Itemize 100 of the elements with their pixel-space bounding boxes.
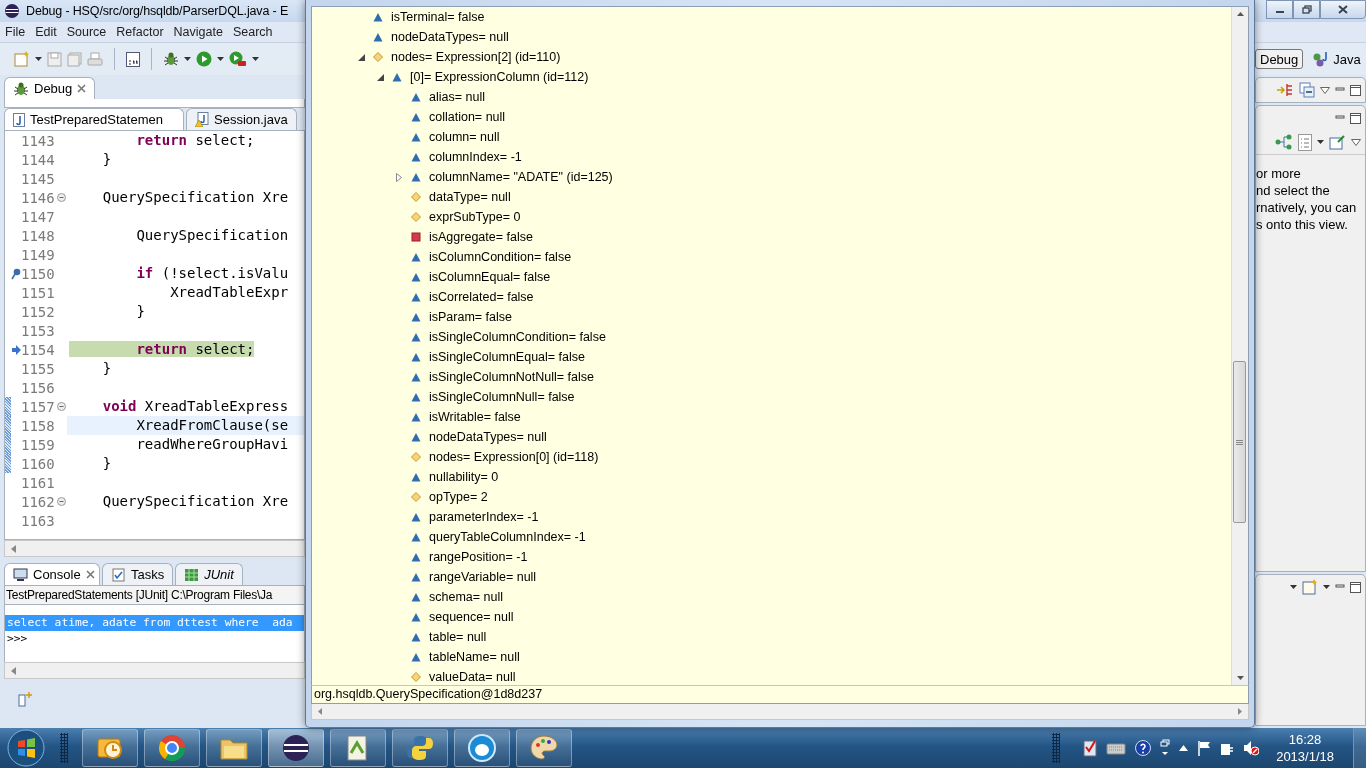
caret-icon[interactable]: [35, 57, 42, 61]
variable-text[interactable]: dataType= null: [429, 190, 511, 204]
taskbar-button[interactable]: [454, 729, 510, 767]
close-button[interactable]: [1320, 0, 1366, 19]
window-switch-icon[interactable]: [1160, 739, 1171, 757]
variable-text[interactable]: isSingleColumnEqual= false: [429, 350, 585, 364]
menu-item[interactable]: Search: [227, 25, 278, 39]
variable-text[interactable]: isSingleColumnNull= false: [429, 390, 575, 404]
taskbar-button[interactable]: [82, 729, 138, 767]
view-tab[interactable]: Tasks: [102, 563, 174, 585]
view-tab[interactable]: Debug: [4, 77, 96, 99]
menu-item[interactable]: File: [0, 25, 31, 39]
document-check-icon[interactable]: [1083, 739, 1098, 757]
run-icon[interactable]: [196, 51, 212, 67]
editor-tab[interactable]: TestPreparedStatemen: [4, 108, 184, 130]
maximize-icon[interactable]: [1350, 581, 1361, 593]
view-tab[interactable]: Console: [4, 563, 100, 585]
perspective-button[interactable]: Java: [1307, 49, 1366, 69]
variable-text[interactable]: columnIndex= -1: [429, 150, 522, 164]
minimize-button[interactable]: [1266, 0, 1293, 19]
caret-icon[interactable]: [1317, 140, 1324, 144]
help-icon[interactable]: [1135, 740, 1152, 756]
caret-icon[interactable]: [217, 57, 224, 61]
menu-item[interactable]: Refactor: [111, 25, 169, 39]
variable-text[interactable]: collation= null: [429, 110, 506, 124]
variable-text[interactable]: rangeVariable= null: [429, 570, 537, 584]
variable-text[interactable]: isSingleColumnCondition= false: [429, 330, 606, 344]
show-hidden-icon[interactable]: [1179, 745, 1189, 751]
fold-icon[interactable]: [57, 402, 66, 411]
variable-text[interactable]: isSingleColumnNotNull= false: [429, 370, 594, 384]
scroll-left-icon[interactable]: [11, 544, 16, 553]
scroll-up-icon[interactable]: [1236, 12, 1244, 16]
expanded-toggle-icon[interactable]: [376, 73, 384, 81]
binary-file-icon[interactable]: [126, 51, 140, 67]
run-external-icon[interactable]: [229, 51, 247, 67]
variable-text[interactable]: nodeDataTypes= null: [429, 430, 547, 444]
speaker-muted-icon[interactable]: [1243, 740, 1260, 756]
hierarchy-icon[interactable]: [1275, 134, 1293, 150]
horizontal-scrollbar[interactable]: [311, 704, 1249, 720]
pin-view-icon[interactable]: [1329, 134, 1346, 150]
variable-text[interactable]: rangePosition= -1: [429, 550, 528, 564]
variable-text[interactable]: parameterIndex= -1: [429, 510, 539, 524]
close-icon[interactable]: [77, 84, 87, 93]
list-icon[interactable]: [1298, 133, 1312, 151]
taskbar-button[interactable]: [206, 729, 262, 767]
taskbar-button[interactable]: [268, 729, 324, 767]
variable-text[interactable]: schema= null: [429, 590, 503, 604]
caret-icon[interactable]: [1323, 585, 1330, 589]
view-menu-icon[interactable]: [1351, 138, 1361, 146]
fold-icon[interactable]: [57, 193, 66, 202]
taskbar-button[interactable]: [144, 729, 200, 767]
caret-icon[interactable]: [1290, 585, 1297, 589]
variable-text[interactable]: [0]= ExpressionColumn (id=112): [410, 70, 589, 84]
variable-text[interactable]: valueData= null: [429, 670, 516, 684]
clock[interactable]: 16:28 2013/1/18: [1276, 731, 1334, 765]
bug-icon[interactable]: [163, 51, 179, 67]
variable-text[interactable]: sequence= null: [429, 610, 514, 624]
variable-text[interactable]: nodeDataTypes= null: [391, 30, 509, 44]
collapse-all-icon[interactable]: [1299, 82, 1315, 98]
keyboard-icon[interactable]: [1106, 741, 1127, 755]
scroll-right-icon[interactable]: [1238, 708, 1242, 715]
variable-text[interactable]: isParam= false: [429, 310, 513, 324]
scroll-left-icon[interactable]: [318, 708, 322, 715]
variable-text[interactable]: exprSubType= 0: [429, 210, 521, 224]
variable-text[interactable]: columnName= "ADATE" (id=125): [429, 170, 613, 184]
variable-text[interactable]: isColumnCondition= false: [429, 250, 572, 264]
variable-text[interactable]: nullability= 0: [429, 470, 499, 484]
view-menu-icon[interactable]: [1320, 86, 1330, 94]
variable-text[interactable]: queryTableColumnIndex= -1: [429, 530, 586, 544]
caret-icon[interactable]: [252, 57, 259, 61]
restore-button[interactable]: [1293, 0, 1320, 19]
scroll-down-icon[interactable]: [1236, 676, 1244, 680]
horizontal-scrollbar[interactable]: [4, 662, 305, 679]
menu-item[interactable]: Source: [61, 25, 112, 39]
collapsed-toggle-icon[interactable]: [396, 172, 402, 182]
variable-text[interactable]: isWritable= false: [429, 410, 521, 424]
variable-text[interactable]: isCorrelated= false: [429, 290, 534, 304]
menu-item[interactable]: Edit: [30, 25, 62, 39]
close-icon[interactable]: [85, 570, 95, 579]
horizontal-scrollbar[interactable]: [4, 540, 305, 557]
variable-text[interactable]: tableName= null: [429, 650, 520, 664]
variable-text[interactable]: alias= null: [429, 90, 485, 104]
caret-icon[interactable]: [184, 57, 191, 61]
editor-tab[interactable]: Session.java: [186, 108, 297, 130]
taskbar-grip[interactable]: [1052, 733, 1061, 763]
variable-text[interactable]: isTerminal= false: [391, 10, 485, 24]
variable-text[interactable]: opType= 2: [429, 490, 488, 504]
perspective-button[interactable]: Debug: [1255, 49, 1304, 69]
flag-icon[interactable]: [1197, 740, 1212, 756]
variable-text[interactable]: isColumnEqual= false: [429, 270, 551, 284]
view-tab[interactable]: JUnit: [175, 563, 243, 585]
scrollbar-thumb[interactable]: [1233, 361, 1246, 523]
taskbar-button[interactable]: [330, 729, 386, 767]
variable-text[interactable]: nodes= Expression[2] (id=110): [391, 50, 561, 64]
scroll-left-icon[interactable]: [11, 666, 16, 675]
expanded-toggle-icon[interactable]: [357, 53, 365, 61]
maximize-icon[interactable]: [1350, 84, 1361, 96]
taskbar-button[interactable]: [516, 729, 572, 767]
fold-icon[interactable]: [57, 497, 66, 506]
taskbar-grip[interactable]: [60, 733, 68, 763]
